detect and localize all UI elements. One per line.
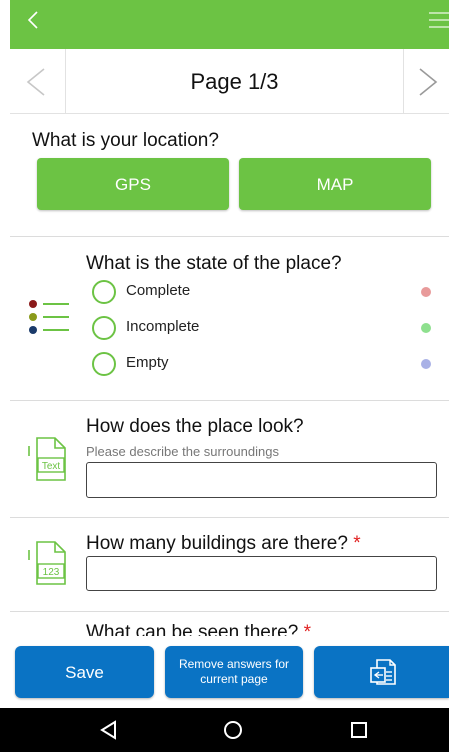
page-navigator: Page 1/3 [10, 49, 449, 114]
status-color-dot [421, 323, 431, 333]
list-icon [27, 298, 73, 338]
look-description-input[interactable] [86, 462, 437, 498]
divider [10, 611, 449, 612]
save-button[interactable]: Save [15, 646, 154, 698]
page-title: Page 1/3 [190, 69, 279, 94]
system-navigation-bar [0, 708, 449, 752]
location-question: What is your location? [32, 130, 219, 151]
remove-answers-button[interactable]: Remove answers for current page [165, 646, 303, 698]
radio-option-incomplete[interactable]: Incomplete [90, 314, 435, 342]
text-document-icon: Text [25, 436, 71, 482]
share-button[interactable] [314, 646, 449, 698]
nav-home-icon[interactable] [222, 719, 244, 741]
radio-label: Incomplete [126, 318, 200, 335]
remove-answers-label-line1: Remove answers for [178, 657, 290, 671]
status-color-dot [421, 359, 431, 369]
remove-answers-label-line2: current page [200, 672, 268, 686]
next-question-title: What can be seen there? * [86, 622, 311, 636]
required-marker: * [353, 533, 361, 554]
gps-button[interactable]: GPS [37, 158, 229, 210]
look-question-title: How does the place look? [86, 416, 304, 437]
radio-label: Empty [126, 354, 169, 371]
look-question-hint: Please describe the surroundings [86, 444, 279, 459]
number-icon-label: 123 [43, 567, 60, 578]
app-header [10, 0, 449, 49]
divider [10, 517, 449, 518]
previous-page-button[interactable] [10, 49, 66, 113]
radio-button[interactable] [92, 316, 116, 340]
number-document-icon: 123 [25, 540, 71, 586]
action-bar: Save Remove answers for current page [0, 636, 449, 708]
back-icon[interactable] [24, 8, 44, 32]
radio-button[interactable] [92, 280, 116, 304]
nav-back-icon[interactable] [98, 719, 120, 741]
share-document-icon [370, 659, 396, 685]
nav-recents-icon[interactable] [348, 719, 370, 741]
radio-label: Complete [126, 282, 191, 299]
text-icon-label: Text [42, 461, 61, 472]
buildings-count-input[interactable] [86, 556, 437, 591]
next-page-button[interactable] [403, 49, 449, 113]
required-marker: * [303, 622, 311, 636]
status-color-dot [421, 287, 431, 297]
state-question-title: What is the state of the place? [86, 253, 342, 274]
divider [10, 236, 449, 237]
divider [10, 400, 449, 401]
radio-option-complete[interactable]: Complete [90, 278, 435, 306]
radio-button[interactable] [92, 352, 116, 376]
buildings-question-text: How many buildings are there? [86, 533, 348, 554]
radio-option-empty[interactable]: Empty [90, 350, 435, 378]
next-question-text: What can be seen there? [86, 622, 299, 636]
map-button[interactable]: MAP [239, 158, 431, 210]
hamburger-menu-icon[interactable] [425, 8, 449, 32]
buildings-question-title: How many buildings are there? * [86, 533, 361, 555]
